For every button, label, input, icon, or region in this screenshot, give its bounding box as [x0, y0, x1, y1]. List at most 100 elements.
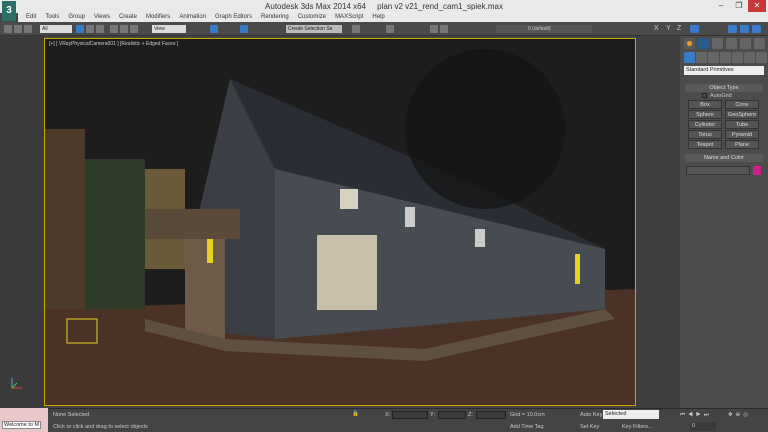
pyramid-button[interactable]: Pyramid — [725, 130, 759, 139]
snap-icon[interactable] — [210, 25, 218, 33]
angle-snap-icon[interactable] — [240, 25, 248, 33]
redo-icon[interactable] — [14, 25, 22, 33]
lights-icon[interactable] — [708, 52, 719, 63]
material-editor-icon[interactable] — [386, 25, 394, 33]
teapot-button[interactable]: Teapot — [688, 140, 722, 149]
object-type-rollout[interactable]: Object Type — [685, 84, 763, 92]
geometry-icon[interactable] — [684, 52, 695, 63]
create-tab-icon[interactable] — [684, 38, 695, 49]
select-object-icon[interactable] — [76, 25, 84, 33]
add-time-tag[interactable]: Add Time Tag — [510, 424, 544, 430]
move-icon[interactable] — [110, 25, 118, 33]
schematic-icon[interactable] — [740, 25, 749, 33]
menu-graph-editors[interactable]: Graph Editors — [215, 13, 252, 22]
cylinder-button[interactable]: Cylinder — [688, 120, 722, 129]
mirror-icon[interactable] — [352, 25, 360, 33]
modify-tab-icon[interactable] — [698, 38, 709, 49]
rotate-icon[interactable] — [120, 25, 128, 33]
maxscript-listener[interactable]: Welcome to M — [0, 408, 48, 432]
motion-tab-icon[interactable] — [726, 38, 737, 49]
layer-name: 0 (default) — [528, 26, 551, 32]
z-coordinate-input[interactable] — [476, 411, 506, 419]
object-name-input[interactable] — [686, 166, 750, 175]
menu-customize[interactable]: Customize — [298, 13, 326, 22]
plane-button[interactable]: Plane — [725, 140, 759, 149]
menu-bar: Edit Tools Group Views Create Modifiers … — [18, 13, 768, 22]
axis-z-constraint[interactable]: Z — [677, 25, 681, 32]
app-logo-icon[interactable]: 3 — [2, 1, 16, 21]
select-by-name-icon[interactable] — [86, 25, 94, 33]
playback-controls[interactable]: ⏮◀▶⏭ — [680, 412, 712, 419]
x-label: X: — [385, 412, 391, 418]
key-mode-dropdown[interactable]: Selected — [603, 410, 659, 419]
window — [405, 207, 415, 227]
lock-selection-icon[interactable]: 🔒 — [352, 411, 359, 417]
menu-rendering[interactable]: Rendering — [261, 13, 289, 22]
close-button[interactable]: ✕ — [748, 0, 766, 12]
menu-edit[interactable]: Edit — [26, 13, 36, 22]
hierarchy-tab-icon[interactable] — [712, 38, 723, 49]
command-panel: Standard Primitives Object Type AutoGrid… — [680, 36, 768, 408]
menu-group[interactable]: Group — [68, 13, 85, 22]
set-key-button[interactable]: Set Key — [580, 424, 599, 430]
display-tab-icon[interactable] — [740, 38, 751, 49]
reference-coordinate-dropdown[interactable]: View — [152, 25, 186, 33]
sphere-button[interactable]: Sphere — [688, 110, 722, 119]
y-coordinate-input[interactable] — [438, 411, 466, 419]
layer-dropdown[interactable]: 0 (default) — [496, 25, 592, 33]
utilities-tab-icon[interactable] — [754, 38, 765, 49]
neighbor-building — [85, 159, 145, 309]
menu-animation[interactable]: Animation — [179, 13, 206, 22]
menu-create[interactable]: Create — [119, 13, 137, 22]
world-axis-icon — [11, 378, 22, 389]
render-icon[interactable] — [440, 25, 448, 33]
menu-tools[interactable]: Tools — [45, 13, 59, 22]
menu-help[interactable]: Help — [372, 13, 384, 22]
menu-views[interactable]: Views — [94, 13, 110, 22]
link-icon[interactable] — [24, 25, 32, 33]
curve-editor-icon[interactable] — [752, 25, 761, 33]
tube-button[interactable]: Tube — [725, 120, 759, 129]
auto-key-button[interactable]: Auto Key — [580, 412, 602, 418]
minimize-button[interactable]: – — [712, 0, 730, 12]
window — [475, 229, 485, 247]
welcome-text: Welcome to M — [2, 421, 42, 429]
menu-modifiers[interactable]: Modifiers — [146, 13, 170, 22]
systems-icon[interactable] — [756, 52, 767, 63]
axis-y-constraint[interactable]: Y — [666, 25, 671, 32]
graphite-tool-icon[interactable] — [728, 25, 737, 33]
box-button[interactable]: Box — [688, 100, 722, 109]
key-filters-button[interactable]: Key Filters... — [622, 424, 653, 430]
restore-button[interactable]: ❐ — [730, 0, 748, 12]
menu-maxscript[interactable]: MAXScript — [335, 13, 363, 22]
axis-x-constraint[interactable]: X — [654, 25, 659, 32]
helpers-icon[interactable] — [732, 52, 743, 63]
primitive-type-dropdown[interactable]: Standard Primitives — [684, 66, 764, 75]
torus-button[interactable]: Torus — [688, 130, 722, 139]
z-label: Z: — [468, 412, 473, 418]
prompt-line: Click or click and drag to select object… — [53, 424, 148, 430]
named-selection-set-dropdown[interactable]: Create Selection Se — [286, 25, 342, 33]
render-setup-icon[interactable] — [430, 25, 438, 33]
selection-filter-dropdown[interactable]: All — [40, 25, 72, 33]
current-frame-input[interactable]: 0 — [690, 422, 716, 431]
viewport-navigation-icons[interactable]: ✥⊕◎ — [728, 412, 751, 418]
shapes-icon[interactable] — [696, 52, 707, 63]
cameras-icon[interactable] — [720, 52, 731, 63]
xy-constraint-icon[interactable] — [690, 25, 699, 33]
viewport-camera[interactable]: [+] [ VRayPhysicalCamera001 ] [Realistic… — [44, 38, 636, 406]
window — [340, 189, 358, 209]
wall-lamp — [575, 254, 580, 284]
spacewarps-icon[interactable] — [744, 52, 755, 63]
cone-button[interactable]: Cone — [725, 100, 759, 109]
autogrid-checkbox[interactable] — [702, 93, 707, 98]
x-coordinate-input[interactable] — [392, 411, 428, 419]
scale-icon[interactable] — [130, 25, 138, 33]
viewport-label[interactable]: [+] [ VRayPhysicalCamera001 ] [Realistic… — [49, 41, 178, 47]
geosphere-button[interactable]: GeoSphere — [725, 110, 759, 119]
object-color-swatch[interactable] — [753, 166, 761, 175]
wall-lamp — [207, 239, 213, 263]
undo-icon[interactable] — [4, 25, 12, 33]
rectangular-selection-icon[interactable] — [96, 25, 104, 33]
name-and-color-rollout[interactable]: Name and Color — [685, 154, 763, 162]
